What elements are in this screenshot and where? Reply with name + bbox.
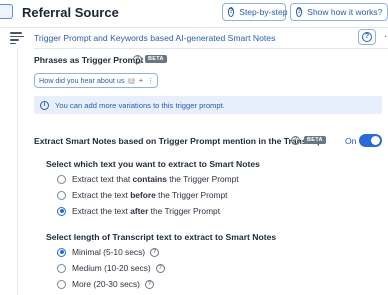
more-icon[interactable]: · [384,31,387,42]
show-how-it-works-button[interactable]: ? Show how it works? [290,3,388,21]
radio-button-selected[interactable] [57,247,66,257]
trigger-prompt-chip[interactable]: How did you hear about us 3 + ⋮ [34,73,158,88]
radio-option-after[interactable]: Extract the text after the Trigger Promp… [57,206,220,216]
toggle-label: On [345,136,357,146]
radio-button[interactable] [57,174,66,184]
page-title: Referral Source [22,5,119,20]
radio-option-more[interactable]: More (20-30 secs) ? [57,279,154,289]
radio-button[interactable] [57,263,66,273]
radio-button[interactable] [57,190,66,200]
medium-help-icon[interactable]: ? [155,263,165,273]
question-icon: ? [296,7,303,17]
phrases-beta-badge: BETA [145,55,167,63]
question-icon: ? [228,7,235,17]
more-help-icon[interactable]: ? [144,279,154,289]
option-label: Minimal (5-10 secs) [72,247,146,257]
variation-count-badge: 3 [127,77,135,84]
kebab-menu-icon[interactable]: ⋮ [147,77,154,85]
option-label: Extract the text before the Trigger Prom… [72,190,228,200]
minimal-help-icon[interactable]: ? [150,247,160,257]
radio-option-minimal[interactable]: Minimal (5-10 secs) ? [57,247,160,257]
extract-beta-badge: BETA [304,136,326,144]
radio-button[interactable] [57,279,66,289]
radio-option-contains[interactable]: Extract text that contains the Trigger P… [57,174,239,184]
option-label: Extract text that contains the Trigger P… [72,174,239,184]
question-icon: ? [362,32,372,42]
length-label: Select length of Transcript text to extr… [46,232,277,242]
phrases-label: Phrases as Trigger Prompt [34,55,144,65]
radio-option-medium[interactable]: Medium (10-20 secs) ? [57,263,165,273]
which-text-label: Select which text you want to extract to… [46,159,260,169]
header-checkbox[interactable] [0,4,13,19]
plus-icon[interactable]: + [139,76,144,85]
extract-help-icon[interactable]: ? [291,136,300,145]
left-guide-line [17,48,18,295]
section-help-button[interactable]: ? [358,29,376,45]
section-title: Trigger Prompt and Keywords based AI-gen… [34,33,276,43]
option-label: Medium (10-20 secs) [72,263,151,273]
step-by-step-button[interactable]: ? Step-by-step [222,3,288,21]
extract-label: Extract Smart Notes based on Trigger Pro… [34,136,326,146]
option-label: More (20-30 secs) [72,279,140,289]
option-label: Extract the text after the Trigger Promp… [72,206,221,216]
info-banner: i You can add more variations to this tr… [34,96,382,114]
toggle-knob [371,136,380,145]
page-header: Referral Source ? Step-by-step ? Show ho… [0,0,388,26]
phrases-help-icon[interactable]: ? [133,55,142,64]
section-divider [34,48,388,49]
extract-toggle[interactable] [359,134,382,147]
info-text: You can add more variations to this trig… [55,100,225,110]
show-how-it-works-label: Show how it works? [307,7,383,17]
list-icon [10,32,24,45]
trigger-prompt-text: How did you hear about us [39,76,125,85]
step-by-step-label: Step-by-step [239,7,288,17]
info-icon: i [40,100,49,110]
radio-button-selected[interactable] [57,206,66,216]
header-divider [0,27,388,28]
radio-option-before[interactable]: Extract the text before the Trigger Prom… [57,190,227,200]
